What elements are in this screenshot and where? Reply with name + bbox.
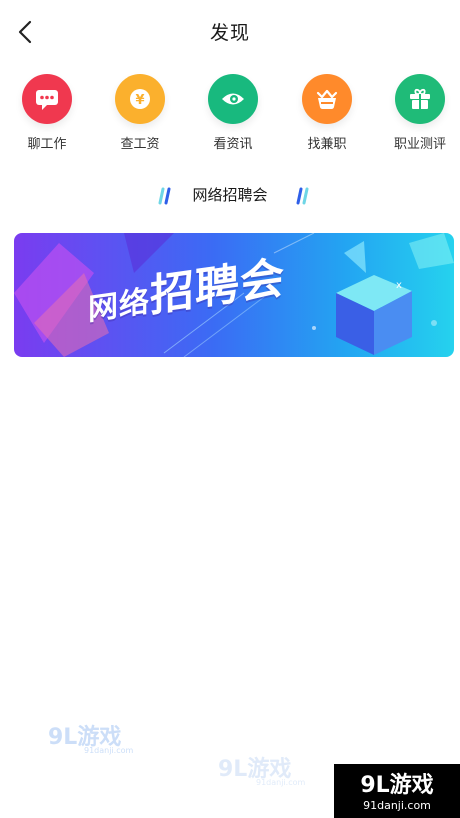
svg-text:91danji.com: 91danji.com — [256, 778, 306, 787]
shortcut-grid: 聊工作 ¥ 查工资 看资讯 找兼职 职业测评 — [0, 74, 460, 154]
shortcut-career-test[interactable]: 职业测评 — [380, 74, 460, 152]
svg-text:91danji.com: 91danji.com — [363, 799, 431, 812]
shortcut-check-salary[interactable]: ¥ 查工资 — [100, 74, 180, 152]
section-heading: 网络招聘会 — [0, 184, 460, 206]
shortcut-label: 聊工作 — [27, 137, 67, 152]
section-title: 网络招聘会 — [192, 186, 268, 204]
watermark-logo-2: 9L游戏 91danji.com — [216, 752, 326, 792]
shortcut-part-time[interactable]: 找兼职 — [287, 74, 367, 152]
discover-page: 发现 聊工作 ¥ 查工资 看资讯 找兼职 职业测评 网络招聘会 x 网络招聘会 … — [0, 0, 460, 818]
shortcut-news[interactable]: 看资讯 — [193, 74, 273, 152]
watermark-logo: 9L游戏 91danji.com — [46, 720, 156, 760]
slash-decoration-right — [296, 187, 309, 205]
shortcut-label: 找兼职 — [307, 137, 347, 152]
top-bar: 发现 — [0, 0, 460, 64]
chat-bubble-icon — [22, 74, 72, 124]
banner-text-small: 网络 — [88, 284, 150, 328]
svg-text:x: x — [396, 280, 402, 291]
svg-text:9L游戏: 9L游戏 — [360, 772, 433, 798]
watermark-corner-badge: 9L游戏 91danji.com — [334, 764, 460, 818]
job-fair-banner[interactable]: x 网络招聘会 — [14, 233, 454, 357]
page-title: 发现 — [209, 22, 250, 44]
svg-text:91danji.com: 91danji.com — [84, 746, 134, 755]
gift-box-icon — [395, 74, 445, 124]
info-eye-icon — [208, 74, 258, 124]
basket-icon — [302, 74, 352, 124]
svg-text:¥: ¥ — [135, 93, 144, 108]
shortcut-chat-work[interactable]: 聊工作 — [7, 74, 87, 152]
shortcut-label: 看资讯 — [213, 137, 253, 152]
yen-coin-icon: ¥ — [115, 74, 165, 124]
shortcut-label: 查工资 — [120, 137, 160, 152]
shortcut-label: 职业测评 — [393, 137, 446, 152]
